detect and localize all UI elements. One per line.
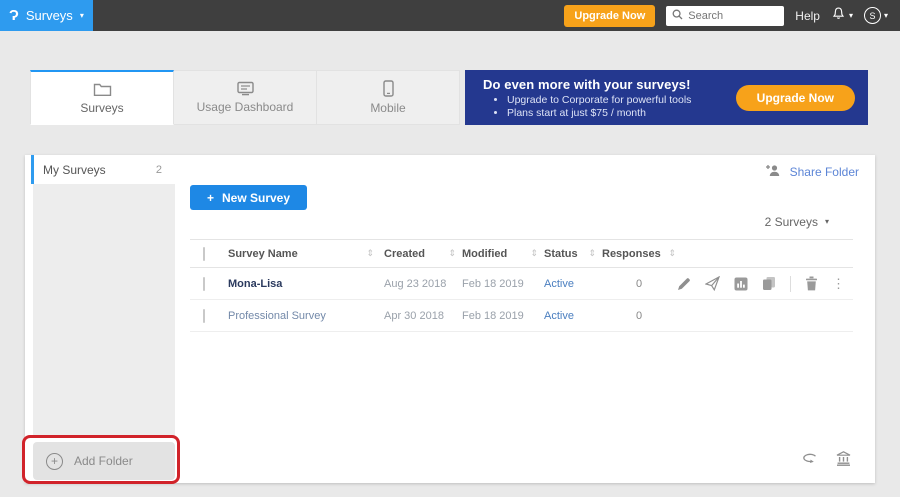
- search-box: [666, 6, 784, 26]
- actions-divider: [790, 276, 791, 292]
- folder-name-label: My Surveys: [43, 163, 106, 177]
- folder-icon: [93, 82, 112, 97]
- sort-icon[interactable]: ⇕: [588, 248, 596, 259]
- new-survey-label: New Survey: [222, 191, 290, 205]
- row-checkbox[interactable]: [203, 277, 205, 291]
- surveys-panel: My Surveys 2 + Add Folder Share Folder +…: [25, 155, 875, 483]
- new-survey-button[interactable]: + New Survey: [190, 185, 307, 210]
- app-menu[interactable]: Ɂ Surveys ▾: [0, 0, 93, 31]
- header-label: Modified: [462, 248, 507, 260]
- circle-plus-icon: +: [46, 453, 63, 470]
- select-all-checkbox[interactable]: [203, 247, 205, 261]
- survey-name-link[interactable]: Professional Survey: [228, 310, 326, 322]
- row-actions: ⋮: [676, 276, 853, 292]
- tab-usage-dashboard[interactable]: Usage Dashboard: [174, 70, 317, 125]
- table-row: Mona-Lisa Aug 23 2018 Feb 18 2019 Active…: [190, 268, 853, 300]
- account-menu[interactable]: S ▾: [864, 7, 888, 24]
- sidebar-item-my-surveys[interactable]: My Surveys 2: [31, 155, 176, 184]
- upgrade-now-button[interactable]: Upgrade Now: [564, 5, 655, 27]
- topbar-right: Upgrade Now Help ▾ S ▾: [564, 5, 900, 27]
- promo-banner: Do even more with your surveys! Upgrade …: [465, 70, 868, 125]
- panel-footer-icons: [802, 451, 851, 466]
- promo-bullet-list: Upgrade to Corporate for powerful tools …: [483, 94, 736, 119]
- tab-label: Surveys: [80, 101, 123, 115]
- status-badge: Active: [544, 310, 574, 322]
- header-label: Responses: [602, 248, 661, 260]
- avatar: S: [864, 7, 881, 24]
- row-checkbox[interactable]: [203, 309, 205, 323]
- plus-icon: +: [207, 191, 214, 205]
- edit-pencil-icon[interactable]: [677, 277, 691, 291]
- modified-date: Feb 18 2019: [462, 310, 524, 322]
- surveys-table: Survey Name ⇕ Created ⇕ Modified ⇕ Statu…: [190, 239, 853, 332]
- sort-icon[interactable]: ⇕: [448, 248, 456, 259]
- share-folder-label: Share Folder: [790, 165, 859, 179]
- header-label: Status: [544, 248, 578, 260]
- dashboard-icon: [236, 81, 255, 96]
- header-responses[interactable]: Responses ⇕: [602, 248, 676, 260]
- table-row: Professional Survey Apr 30 2018 Feb 18 2…: [190, 300, 853, 332]
- tab-label: Usage Dashboard: [197, 100, 294, 114]
- survey-name-link[interactable]: Mona-Lisa: [228, 278, 282, 290]
- survey-count-label: 2 Surveys: [765, 215, 818, 229]
- help-link[interactable]: Help: [795, 9, 820, 23]
- header-status[interactable]: Status ⇕: [544, 248, 602, 260]
- row-select-cell: [190, 278, 228, 290]
- share-person-icon: [765, 164, 782, 180]
- app-logo-icon: Ɂ: [9, 7, 19, 24]
- folder-count-badge: 2: [156, 164, 162, 176]
- app-menu-label: Surveys: [26, 8, 73, 23]
- created-date: Apr 30 2018: [384, 310, 444, 322]
- tab-label: Mobile: [370, 101, 405, 115]
- header-modified[interactable]: Modified ⇕: [462, 248, 544, 260]
- chevron-down-icon: ▾: [849, 12, 853, 20]
- created-date: Aug 23 2018: [384, 278, 446, 290]
- header-label: Survey Name: [228, 248, 298, 260]
- promo-title: Do even more with your surveys!: [483, 77, 736, 92]
- sort-icon[interactable]: ⇕: [668, 248, 676, 259]
- promo-bullet: Upgrade to Corporate for powerful tools: [507, 94, 736, 106]
- notifications-button[interactable]: ▾: [831, 6, 853, 26]
- send-paper-plane-icon[interactable]: [705, 276, 720, 291]
- survey-count-dropdown[interactable]: 2 Surveys ▾: [765, 215, 829, 229]
- share-folder-link[interactable]: Share Folder: [765, 164, 859, 180]
- row-select-cell: [190, 310, 228, 322]
- delete-trash-icon[interactable]: [805, 276, 818, 291]
- archive-bank-icon[interactable]: [836, 451, 851, 466]
- header-label: Created: [384, 248, 425, 260]
- promo-banner-text: Do even more with your surveys! Upgrade …: [465, 77, 736, 119]
- copy-icon[interactable]: [762, 276, 776, 291]
- more-kebab-icon[interactable]: ⋮: [832, 277, 845, 290]
- tab-surveys[interactable]: Surveys: [30, 70, 174, 125]
- add-folder-button[interactable]: + Add Folder: [33, 442, 175, 480]
- status-badge: Active: [544, 278, 574, 290]
- table-header-row: Survey Name ⇕ Created ⇕ Modified ⇕ Statu…: [190, 239, 853, 268]
- top-bar: Ɂ Surveys ▾ Upgrade Now Help ▾ S ▾: [0, 0, 900, 31]
- select-all-cell: [190, 248, 228, 260]
- banner-upgrade-button[interactable]: Upgrade Now: [736, 85, 855, 111]
- section-tabs: Surveys Usage Dashboard Mobile: [30, 70, 460, 125]
- promo-bullet: Plans start at just $75 / month: [507, 107, 736, 119]
- header-created[interactable]: Created ⇕: [384, 248, 462, 260]
- restore-loop-icon[interactable]: [802, 452, 819, 465]
- sort-icon[interactable]: ⇕: [366, 248, 374, 259]
- chevron-down-icon: ▾: [825, 218, 829, 226]
- modified-date: Feb 18 2019: [462, 278, 524, 290]
- tab-mobile[interactable]: Mobile: [317, 70, 460, 125]
- bell-icon: [831, 6, 846, 26]
- mobile-icon: [383, 80, 394, 97]
- responses-count: 0: [602, 278, 676, 290]
- report-chart-icon[interactable]: [734, 277, 748, 291]
- add-folder-label: Add Folder: [74, 454, 133, 468]
- search-input[interactable]: [688, 10, 778, 22]
- chevron-down-icon: ▾: [80, 12, 84, 20]
- header-survey-name[interactable]: Survey Name ⇕: [228, 248, 384, 260]
- sort-icon[interactable]: ⇕: [530, 248, 538, 259]
- responses-count: 0: [602, 310, 676, 322]
- chevron-down-icon: ▾: [884, 12, 888, 20]
- folder-list-area: [33, 184, 175, 438]
- search-icon: [672, 7, 683, 25]
